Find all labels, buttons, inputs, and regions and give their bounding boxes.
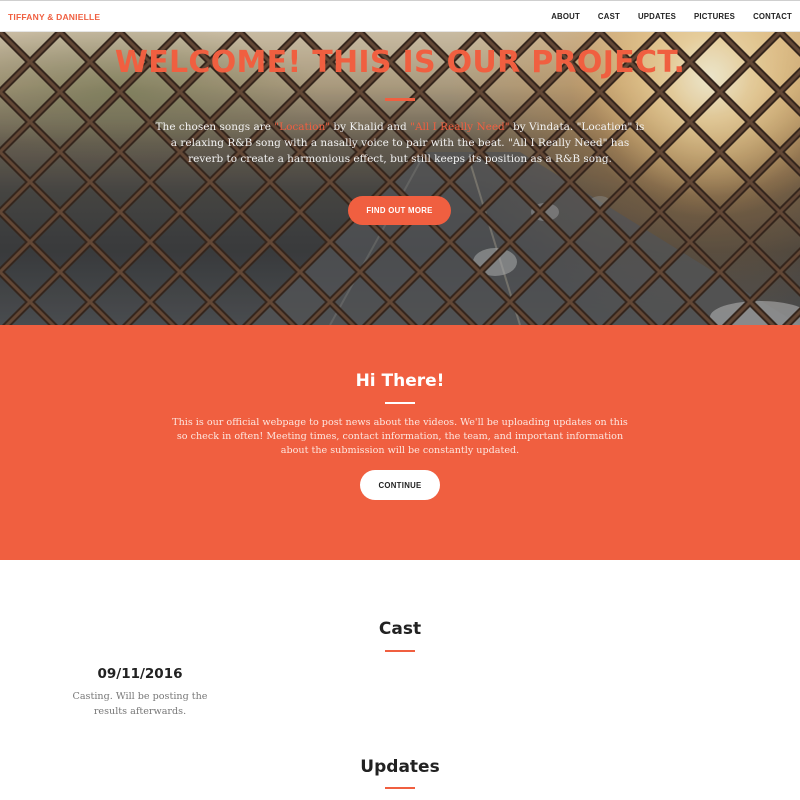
find-out-more-button[interactable]: FIND OUT MORE: [348, 196, 451, 225]
top-navbar: TIFFANY & DANIELLE ABOUT CAST UPDATES PI…: [0, 0, 800, 32]
hero-text-part2: by Khalid and: [330, 121, 411, 133]
nav-link-contact[interactable]: CONTACT: [753, 12, 792, 21]
hero-divider: [385, 98, 415, 101]
hero-section: WELCOME! THIS IS OUR PROJECT. The chosen…: [0, 32, 800, 325]
hero-description: The chosen songs are "Location" by Khali…: [155, 119, 645, 167]
nav-link-cast[interactable]: CAST: [598, 12, 620, 21]
nav-link-updates[interactable]: UPDATES: [638, 12, 676, 21]
hero-title: WELCOME! THIS IS OUR PROJECT.: [114, 45, 686, 80]
brand-link[interactable]: TIFFANY & DANIELLE: [8, 12, 100, 22]
cast-divider: [385, 650, 415, 652]
song-title-all-i-really-need: "All I Really Need": [410, 121, 510, 133]
continue-button[interactable]: CONTINUE: [360, 470, 440, 500]
about-divider: [385, 402, 415, 404]
cast-entry-date: 09/11/2016: [97, 666, 183, 682]
nav-links: ABOUT CAST UPDATES PICTURES CONTACT: [533, 12, 792, 21]
song-title-location: "Location": [274, 121, 331, 133]
hero-text-part1: The chosen songs are: [155, 121, 275, 133]
about-description: This is our official webpage to post new…: [172, 417, 628, 456]
nav-link-about[interactable]: ABOUT: [551, 12, 580, 21]
about-title: Hi There!: [355, 371, 445, 391]
updates-divider: [385, 787, 415, 789]
nav-link-pictures[interactable]: PICTURES: [694, 12, 735, 21]
cast-title: Cast: [378, 619, 422, 639]
about-section: Hi There! This is our official webpage t…: [0, 325, 800, 560]
updates-title: Updates: [360, 757, 440, 777]
cast-entry-description: Casting. Will be posting the results aft…: [72, 691, 208, 717]
